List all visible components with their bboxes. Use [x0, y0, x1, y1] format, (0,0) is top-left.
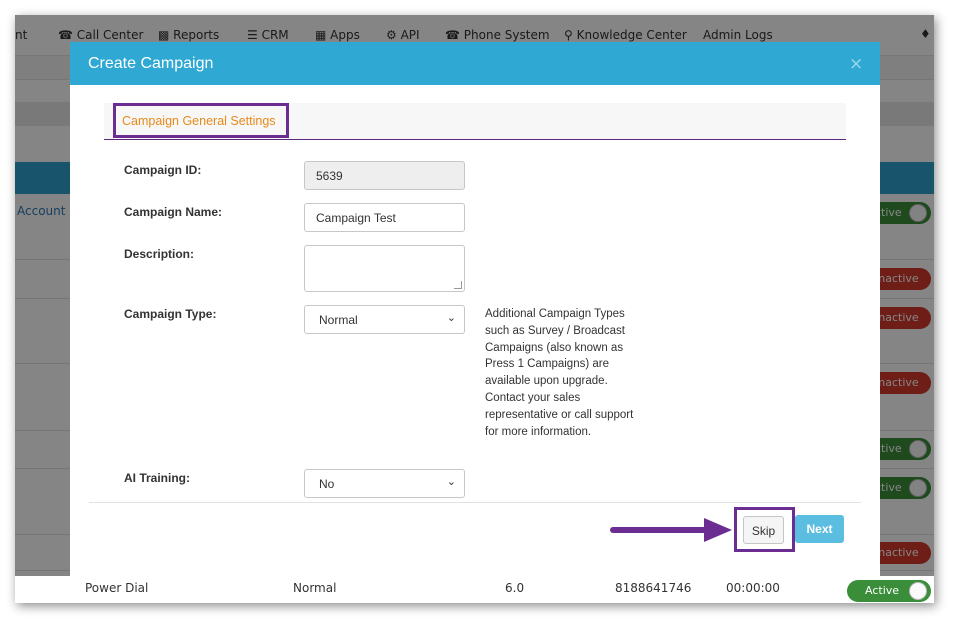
description-field[interactable] — [304, 245, 465, 292]
next-button[interactable]: Next — [795, 515, 844, 543]
campaign-type-select[interactable]: Normal ⌄ — [304, 305, 465, 334]
resize-handle[interactable] — [454, 281, 462, 289]
modal-title: Create Campaign — [88, 55, 214, 72]
create-campaign-modal: Create Campaign × Campaign General Setti… — [70, 42, 880, 576]
section-title[interactable]: Campaign General Settings — [122, 114, 276, 128]
row-phone: 8188641746 — [615, 581, 692, 595]
status-toggle[interactable]: Active — [847, 580, 931, 602]
modal-footer-divider — [89, 502, 861, 503]
app-window: nt ☎ Call Center ▩ Reports ☰ CRM ▦ Apps … — [15, 15, 934, 603]
campaign-name-field[interactable]: Campaign Test — [304, 203, 465, 232]
row-campaign-type: Normal — [293, 581, 337, 595]
section-header: Campaign General Settings — [104, 103, 846, 140]
toggle-label: Active — [865, 584, 900, 597]
modal-header: Create Campaign × — [70, 42, 880, 85]
campaign-type-help-text: Additional Campaign Types such as Survey… — [485, 308, 634, 438]
close-icon[interactable]: × — [849, 56, 863, 73]
row-version: 6.0 — [505, 581, 525, 595]
ai-training-select[interactable]: No ⌄ — [304, 469, 465, 498]
chevron-down-icon: ⌄ — [446, 312, 456, 324]
chevron-down-icon: ⌄ — [446, 476, 456, 488]
campaign-type-label: Campaign Type: — [124, 307, 217, 321]
campaign-type-value: Normal — [319, 313, 358, 327]
table-row — [15, 576, 934, 603]
campaign-id-label: Campaign ID: — [124, 163, 202, 177]
row-time: 00:00:00 — [726, 581, 780, 595]
skip-button[interactable]: Skip — [743, 516, 784, 544]
toggle-knob — [909, 582, 927, 600]
campaign-name-label: Campaign Name: — [124, 205, 223, 219]
ai-training-label: AI Training: — [124, 471, 190, 485]
row-campaign-name: Power Dial — [85, 581, 149, 595]
description-label: Description: — [124, 247, 195, 261]
annotation-arrow-icon — [610, 518, 732, 542]
ai-training-value: No — [319, 477, 335, 491]
campaign-id-field[interactable]: 5639 — [304, 161, 465, 190]
